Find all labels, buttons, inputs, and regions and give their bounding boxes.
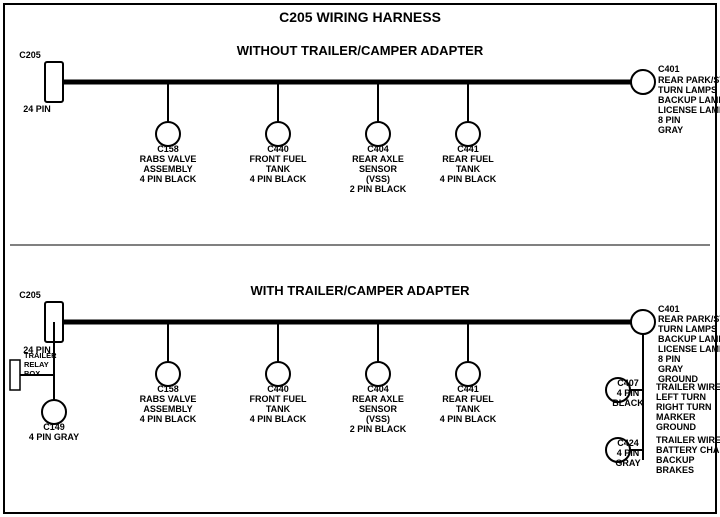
c205-rect-s1 (45, 62, 63, 102)
c158-l3-s1: 4 PIN BLACK (140, 174, 197, 184)
c441-l2-s2: TANK (456, 404, 481, 414)
c441-circle-s1 (456, 122, 480, 146)
c149-label: C149 (43, 422, 65, 432)
c401-gray-s1: 8 PIN (658, 115, 681, 125)
c440-l3-s2: 4 PIN BLACK (250, 414, 307, 424)
c404-circle-s2 (366, 362, 390, 386)
c441-l1-s1: REAR FUEL (442, 154, 494, 164)
c407-color: BLACK (612, 398, 644, 408)
c401-circle-s1 (631, 70, 655, 94)
c401-desc4-s2: LICENSE LAMPS (658, 344, 720, 354)
c205-label-s2: C205 (19, 290, 41, 300)
c401-ground-s2: GROUND (658, 374, 698, 384)
c158-label-s1: C158 (157, 144, 179, 154)
c149-pin: 4 PIN GRAY (29, 432, 79, 442)
wiring-diagram: C205 WIRING HARNESS WITHOUT TRAILER/CAMP… (0, 0, 720, 517)
c158-circle-s2 (156, 362, 180, 386)
c401-gray-s2: 8 PIN (658, 354, 681, 364)
c404-l3-s2: (VSS) (366, 414, 390, 424)
c149-circle (42, 400, 66, 424)
c404-l1-s2: REAR AXLE (352, 394, 404, 404)
c404-l2-s1: SENSOR (359, 164, 398, 174)
c158-l1-s1: RABS VALVE (140, 154, 197, 164)
section2-label: WITH TRAILER/CAMPER ADAPTER (250, 283, 470, 298)
trailer-relay-box (10, 360, 20, 390)
c404-l4-s1: 2 PIN BLACK (350, 184, 407, 194)
c424-color: GRAY (615, 458, 640, 468)
page-title: C205 WIRING HARNESS (279, 9, 441, 25)
c158-circle-s1 (156, 122, 180, 146)
trailer-relay-label3: BOX (24, 369, 40, 378)
c407-label: C407 (617, 378, 639, 388)
c407-desc2: LEFT TURN (656, 392, 706, 402)
c441-label-s2: C441 (457, 384, 479, 394)
c404-l1-s1: REAR AXLE (352, 154, 404, 164)
c424-pin: 4 PIN (617, 448, 640, 458)
c441-circle-s2 (456, 362, 480, 386)
c205-rect-s2 (45, 302, 63, 342)
trailer-relay-label2: RELAY (24, 360, 49, 369)
c401-desc3-s1: LICENSE LAMPS (658, 105, 720, 115)
c424-desc3: BACKUP (656, 455, 695, 465)
c440-l2-s2: TANK (266, 404, 291, 414)
c407-desc4: MARKER (656, 412, 696, 422)
c404-l3-s1: (VSS) (366, 174, 390, 184)
trailer-relay-label1: TRAILER (24, 351, 57, 360)
c440-label-s1: C440 (267, 144, 289, 154)
c401-gray2-s2: GRAY (658, 364, 683, 374)
c441-l3-s2: 4 PIN BLACK (440, 414, 497, 424)
c441-label-s1: C441 (457, 144, 479, 154)
c424-label: C424 (617, 438, 639, 448)
c401-desc1-s2: REAR PARK/STOP (658, 314, 720, 324)
c424-desc2: BATTERY CHARGE (656, 445, 720, 455)
c440-l1-s2: FRONT FUEL (250, 394, 307, 404)
c158-l1-s2: RABS VALVE (140, 394, 197, 404)
c401-desc3-s2: BACKUP LAMPS (658, 334, 720, 344)
c158-l2-s2: ASSEMBLY (143, 404, 192, 414)
c440-label-s2: C440 (267, 384, 289, 394)
c205-label-s1: C205 (19, 50, 41, 60)
c401-desc1-s1: TURN LAMPS (658, 85, 717, 95)
c424-desc1: TRAILER WIRES (656, 435, 720, 445)
c404-label-s2: C404 (367, 384, 389, 394)
c401-gray2-s1: GRAY (658, 125, 683, 135)
c407-circle (606, 378, 630, 402)
c401-pin-s1: REAR PARK/STOP (658, 75, 720, 85)
c440-l1-s1: FRONT FUEL (250, 154, 307, 164)
c158-l3-s2: 4 PIN BLACK (140, 414, 197, 424)
c440-l3-s1: 4 PIN BLACK (250, 174, 307, 184)
c407-desc1: TRAILER WIRES (656, 382, 720, 392)
c407-desc3: RIGHT TURN (656, 402, 712, 412)
c424-desc4: BRAKES (656, 465, 694, 475)
c441-l1-s2: REAR FUEL (442, 394, 494, 404)
c404-circle-s1 (366, 122, 390, 146)
c440-l2-s1: TANK (266, 164, 291, 174)
c158-l2-s1: ASSEMBLY (143, 164, 192, 174)
c205-pin-s1: 24 PIN (23, 104, 51, 114)
c401-desc2-s1: BACKUP LAMPS (658, 95, 720, 105)
c441-l2-s1: TANK (456, 164, 481, 174)
c424-circle (606, 438, 630, 462)
c404-label-s1: C404 (367, 144, 389, 154)
c401-label-s2: C401 (658, 304, 680, 314)
c407-desc5: GROUND (656, 422, 696, 432)
c441-l3-s1: 4 PIN BLACK (440, 174, 497, 184)
c205-pin-s2: 24 PIN (23, 345, 51, 355)
c407-pin: 4 PIN (617, 388, 640, 398)
c404-l4-s2: 2 PIN BLACK (350, 424, 407, 434)
c158-label-s2: C158 (157, 384, 179, 394)
c401-circle-s2 (631, 310, 655, 334)
c401-desc2-s2: TURN LAMPS (658, 324, 717, 334)
c440-circle-s1 (266, 122, 290, 146)
c404-l2-s2: SENSOR (359, 404, 398, 414)
c440-circle-s2 (266, 362, 290, 386)
section1-label: WITHOUT TRAILER/CAMPER ADAPTER (237, 43, 484, 58)
c401-label-s1: C401 (658, 64, 680, 74)
